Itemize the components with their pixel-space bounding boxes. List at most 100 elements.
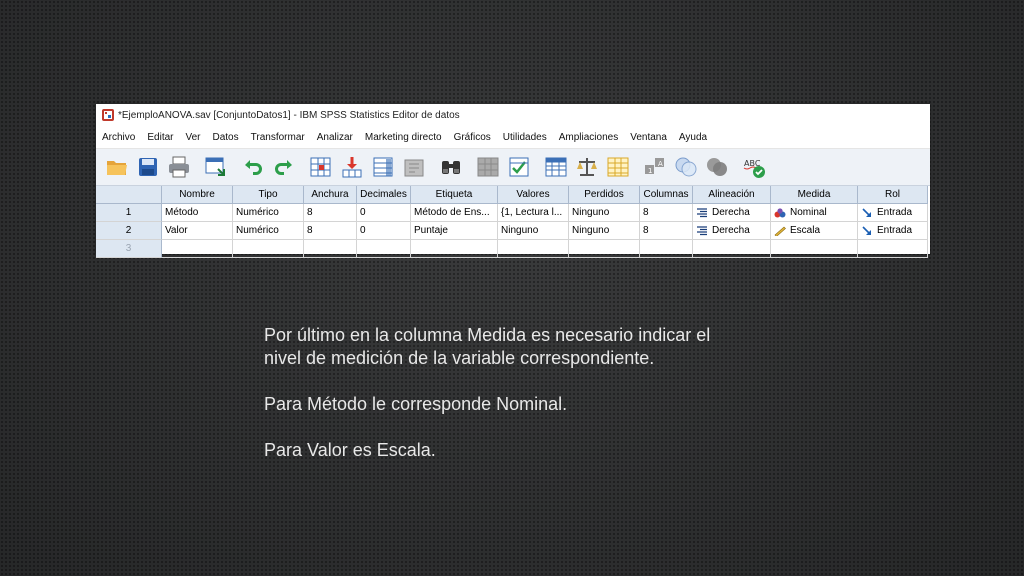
insert-cases-icon[interactable] [475, 154, 501, 180]
menu-ver[interactable]: Ver [179, 132, 206, 143]
cell-etiqueta[interactable] [411, 240, 498, 258]
row-number[interactable]: 2 [96, 222, 162, 240]
spell-check-icon[interactable]: ABC [741, 154, 767, 180]
menu-ventana[interactable]: Ventana [624, 132, 673, 143]
cell-etiqueta[interactable]: Puntaje [411, 222, 498, 240]
menu-utilidades[interactable]: Utilidades [497, 132, 553, 143]
goto-variable-icon[interactable] [339, 154, 365, 180]
alineacion-value: Derecha [712, 225, 750, 236]
menu-graficos[interactable]: Gráficos [448, 132, 497, 143]
column-header-medida[interactable]: Medida [771, 186, 858, 204]
align-right-icon [697, 225, 707, 235]
caption-line: Para Valor es Escala. [264, 440, 436, 460]
row-number[interactable]: 1 [96, 204, 162, 222]
print-icon[interactable] [166, 154, 192, 180]
window-title: *EjemploANOVA.sav [ConjuntoDatos1] - IBM… [118, 109, 460, 121]
cell-rol[interactable]: Entrada [858, 204, 928, 222]
cell-medida[interactable] [771, 240, 858, 258]
title-bar: *EjemploANOVA.sav [ConjuntoDatos1] - IBM… [96, 104, 930, 126]
slide-caption: Por último en la columna Medida es neces… [264, 324, 824, 462]
menu-transformar[interactable]: Transformar [245, 132, 311, 143]
rol-value: Entrada [877, 225, 913, 236]
redo-icon[interactable] [271, 154, 297, 180]
svg-text:A: A [658, 160, 663, 168]
use-variable-sets-icon[interactable] [673, 154, 699, 180]
cell-tipo[interactable]: Numérico [233, 204, 304, 222]
cell-decimales[interactable]: 0 [357, 222, 411, 240]
find-icon[interactable] [438, 154, 464, 180]
column-header-tipo[interactable]: Tipo [233, 186, 304, 204]
menu-datos[interactable]: Datos [207, 132, 245, 143]
cell-nombre[interactable]: Valor [162, 222, 233, 240]
save-icon[interactable] [135, 154, 161, 180]
cell-alineacion[interactable]: Derecha [693, 222, 771, 240]
menu-editar[interactable]: Editar [141, 132, 179, 143]
cell-anchura[interactable] [304, 240, 357, 258]
spss-window: *EjemploANOVA.sav [ConjuntoDatos1] - IBM… [96, 104, 930, 258]
cell-rol[interactable] [858, 240, 928, 258]
undo-icon[interactable] [240, 154, 266, 180]
cell-medida[interactable]: Escala [771, 222, 858, 240]
medida-value: Nominal [790, 207, 827, 218]
header-row: Nombre Tipo Anchura Decimales Etiqueta V… [96, 186, 930, 204]
variables-icon[interactable] [370, 154, 396, 180]
column-header-rol[interactable]: Rol [858, 186, 928, 204]
menu-ayuda[interactable]: Ayuda [673, 132, 713, 143]
weight-cases-icon[interactable] [574, 154, 600, 180]
cell-alineacion[interactable]: Derecha [693, 204, 771, 222]
show-all-variables-icon[interactable] [704, 154, 730, 180]
caption-line: Por último en la columna Medida es neces… [264, 325, 711, 345]
cell-decimales[interactable] [357, 240, 411, 258]
goto-case-icon[interactable] [308, 154, 334, 180]
cell-perdidos[interactable]: Ninguno [569, 222, 640, 240]
spss-app-icon [102, 109, 114, 121]
cell-perdidos[interactable] [569, 240, 640, 258]
column-header-etiqueta[interactable]: Etiqueta [411, 186, 498, 204]
row-number[interactable]: 3 [96, 240, 162, 258]
menu-ampliaciones[interactable]: Ampliaciones [553, 132, 624, 143]
caption-line: Para Método le corresponde Nominal. [264, 394, 568, 414]
menu-analizar[interactable]: Analizar [311, 132, 359, 143]
run-descriptive-icon[interactable] [401, 154, 427, 180]
cell-rol[interactable]: Entrada [858, 222, 928, 240]
dialog-recall-icon[interactable] [203, 154, 229, 180]
cell-alineacion[interactable] [693, 240, 771, 258]
cell-nombre[interactable]: Método [162, 204, 233, 222]
column-header-alineacion[interactable]: Alineación [693, 186, 771, 204]
column-header-columnas[interactable]: Columnas [640, 186, 693, 204]
menu-archivo[interactable]: Archivo [96, 132, 141, 143]
corner-cell[interactable] [96, 186, 162, 204]
cell-decimales[interactable]: 0 [357, 204, 411, 222]
split-file-icon[interactable] [543, 154, 569, 180]
cell-perdidos[interactable]: Ninguno [569, 204, 640, 222]
cell-columnas[interactable]: 8 [640, 222, 693, 240]
cell-anchura[interactable]: 8 [304, 222, 357, 240]
cell-valores[interactable]: Ninguno [498, 222, 569, 240]
cell-nombre[interactable] [162, 240, 233, 258]
cell-columnas[interactable] [640, 240, 693, 258]
cell-medida[interactable]: Nominal [771, 204, 858, 222]
cell-etiqueta[interactable]: Método de Ens... [411, 204, 498, 222]
cell-valores[interactable] [498, 240, 569, 258]
column-header-perdidos[interactable]: Perdidos [569, 186, 640, 204]
column-header-nombre[interactable]: Nombre [162, 186, 233, 204]
open-folder-icon[interactable] [104, 154, 130, 180]
medida-value: Escala [790, 225, 821, 236]
column-header-decimales[interactable]: Decimales [357, 186, 411, 204]
insert-variable-icon[interactable] [506, 154, 532, 180]
cell-columnas[interactable]: 8 [640, 204, 693, 222]
cell-tipo[interactable]: Numérico [233, 222, 304, 240]
align-right-icon [697, 207, 707, 217]
cell-valores[interactable]: {1, Lectura l... [498, 204, 569, 222]
input-role-icon [862, 207, 871, 217]
value-labels-icon[interactable]: 1A [642, 154, 668, 180]
select-cases-icon[interactable] [605, 154, 631, 180]
cell-tipo[interactable] [233, 240, 304, 258]
menu-marketing-directo[interactable]: Marketing directo [359, 132, 448, 143]
cell-anchura[interactable]: 8 [304, 204, 357, 222]
caption-line: nivel de medición de la variable corresp… [264, 348, 655, 368]
table-row: 2 Valor Numérico 8 0 Puntaje Ninguno Nin… [96, 222, 930, 240]
column-header-valores[interactable]: Valores [498, 186, 569, 204]
menu-bar: Archivo Editar Ver Datos Transformar Ana… [96, 126, 930, 149]
column-header-anchura[interactable]: Anchura [304, 186, 357, 204]
